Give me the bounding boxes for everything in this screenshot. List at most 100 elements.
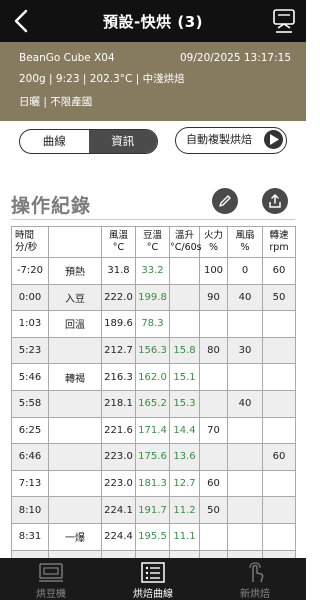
cell-bean-temp: 181.3 — [135, 469, 170, 498]
table-row: 6:46 223.0 175.6 13.6 60 — [11, 443, 296, 471]
table-header-row: 時間 分/秒 風溫 °C 豆溫 °C 溫升 °C/60s 火力% 風扇% 轉速 rpm — [11, 226, 296, 258]
cell-fan: 40 — [227, 389, 263, 418]
cell-fan — [227, 522, 263, 551]
cell-time: 5:58 — [11, 389, 49, 418]
cell-rpm — [262, 416, 296, 445]
cell-bean-temp: 165.2 — [135, 389, 170, 418]
section-title: 操作紀錄 — [11, 195, 92, 217]
cell-fan — [227, 443, 263, 471]
header-power: 火力% — [199, 226, 228, 258]
cell-time: 0:00 — [11, 283, 49, 312]
cell-power — [199, 389, 228, 418]
table-row: 7:13 223.0 181.3 12.7 60 — [11, 469, 296, 498]
cell-air-temp: 212.7 — [101, 336, 136, 365]
nav-label: 烘豆機 — [36, 589, 66, 600]
header-bean-temp: 豆溫 °C — [135, 226, 170, 258]
table-row: 6:25 221.6 171.4 14.4 70 — [11, 416, 296, 445]
cell-time: 5:23 — [11, 336, 49, 365]
tab-info[interactable]: 資訊 — [88, 130, 157, 153]
cell-ror: 15.8 — [169, 336, 200, 365]
auto-copy-label: 自動複製烘焙 — [186, 133, 252, 146]
cell-fan — [227, 416, 263, 445]
cell-time: 5:46 — [11, 363, 49, 391]
roast-info-panel: BeanGo Cube X04 09/20/2025 13:17:15 200g… — [0, 42, 306, 121]
cell-air-temp: 224.4 — [101, 522, 136, 551]
cell-rpm — [262, 363, 296, 391]
cell-event — [48, 389, 102, 418]
cell-power — [199, 443, 228, 471]
header-air-temp: 風溫 °C — [101, 226, 136, 258]
cell-ror: 15.3 — [169, 389, 200, 418]
edit-icon[interactable] — [212, 188, 238, 214]
cell-event: 轉褐 — [48, 363, 102, 391]
cell-fan — [227, 363, 263, 391]
bean-origin: 日曬 | 不限產國 — [19, 96, 93, 108]
nav-roaster[interactable]: 烘豆機 — [0, 558, 102, 600]
section-divider — [11, 219, 295, 220]
table-row: 8:10 224.1 191.7 11.2 50 — [11, 496, 296, 524]
cell-ror — [169, 257, 200, 285]
cell-bean-temp: 156.3 — [135, 336, 170, 365]
table-row: 5:23 212.7 156.3 15.8 80 30 — [11, 336, 296, 365]
cell-air-temp: 224.1 — [101, 496, 136, 524]
header-time: 時間 分/秒 — [11, 226, 49, 258]
cell-bean-temp: 33.2 — [135, 257, 170, 285]
header-fan: 風扇% — [227, 226, 263, 258]
cell-ror: 11.2 — [169, 496, 200, 524]
header-ror: 溫升 °C/60s — [169, 226, 202, 258]
cell-rpm — [262, 469, 296, 498]
cell-bean-temp: 199.8 — [135, 283, 170, 312]
cell-time: 7:13 — [11, 469, 49, 498]
cell-ror: 15.1 — [169, 363, 200, 391]
cell-power — [199, 310, 228, 338]
cell-power: 80 — [199, 336, 228, 365]
table-row: 0:00 入豆 222.0 199.8 90 40 50 — [11, 283, 296, 312]
cell-air-temp: 216.3 — [101, 363, 136, 391]
cell-fan — [227, 496, 263, 524]
cell-rpm: 60 — [262, 257, 296, 285]
cell-event: 預熱 — [48, 257, 102, 285]
cell-rpm — [262, 389, 296, 418]
cell-ror — [169, 310, 200, 338]
cell-event: 一爆 — [48, 522, 102, 551]
top-bar: 預設-快烘 (3) — [0, 0, 306, 42]
cell-air-temp: 31.8 — [101, 257, 136, 285]
cell-fan: 40 — [227, 283, 263, 312]
cell-rpm: 60 — [262, 443, 296, 471]
cell-fan — [227, 310, 263, 338]
table-row: 1:03 回溫 189.6 78.3 — [11, 310, 296, 338]
cell-power: 90 — [199, 283, 228, 312]
cell-power — [199, 363, 228, 391]
table-row: -7:20 預熱 31.8 33.2 100 0 60 — [11, 257, 296, 285]
cell-fan — [227, 469, 263, 498]
operation-log-table: 時間 分/秒 風溫 °C 豆溫 °C 溫升 °C/60s 火力% 風扇% 轉速 rpm -… — [11, 226, 296, 578]
cell-bean-temp: 162.0 — [135, 363, 170, 391]
cell-air-temp: 223.0 — [101, 469, 136, 498]
cell-time: 1:03 — [11, 310, 49, 338]
roaster-share-icon[interactable] — [270, 7, 298, 35]
cell-event — [48, 469, 102, 498]
cell-event — [48, 416, 102, 445]
cell-bean-temp: 171.4 — [135, 416, 170, 445]
cell-ror — [169, 283, 200, 312]
header-event — [48, 226, 102, 258]
cell-rpm — [262, 336, 296, 365]
cell-rpm — [262, 496, 296, 524]
cell-time: 6:25 — [11, 416, 49, 445]
cell-ror: 13.6 — [169, 443, 200, 471]
tab-curve[interactable]: 曲線 — [20, 130, 89, 153]
cell-rpm — [262, 310, 296, 338]
cell-fan: 30 — [227, 336, 263, 365]
table-row: 5:58 218.1 165.2 15.3 40 — [11, 389, 296, 418]
cell-rpm: 50 — [262, 283, 296, 312]
table-row: 8:31 一爆 224.4 195.5 11.1 — [11, 522, 296, 551]
nav-new-roast[interactable]: 新烘焙 — [204, 558, 306, 600]
machine-name: BeanGo Cube X04 — [19, 52, 115, 64]
header-rpm: 轉速 rpm — [262, 226, 296, 258]
cell-power: 60 — [199, 469, 228, 498]
upload-icon[interactable] — [262, 188, 288, 214]
nav-roast-curve[interactable]: 烘焙曲線 — [102, 558, 204, 600]
roast-stats: 200g | 9:23 | 202.3°C | 中淺烘焙 — [19, 73, 185, 85]
auto-copy-roast-button[interactable]: 自動複製烘焙 — [175, 127, 287, 154]
cell-power: 50 — [199, 496, 228, 524]
